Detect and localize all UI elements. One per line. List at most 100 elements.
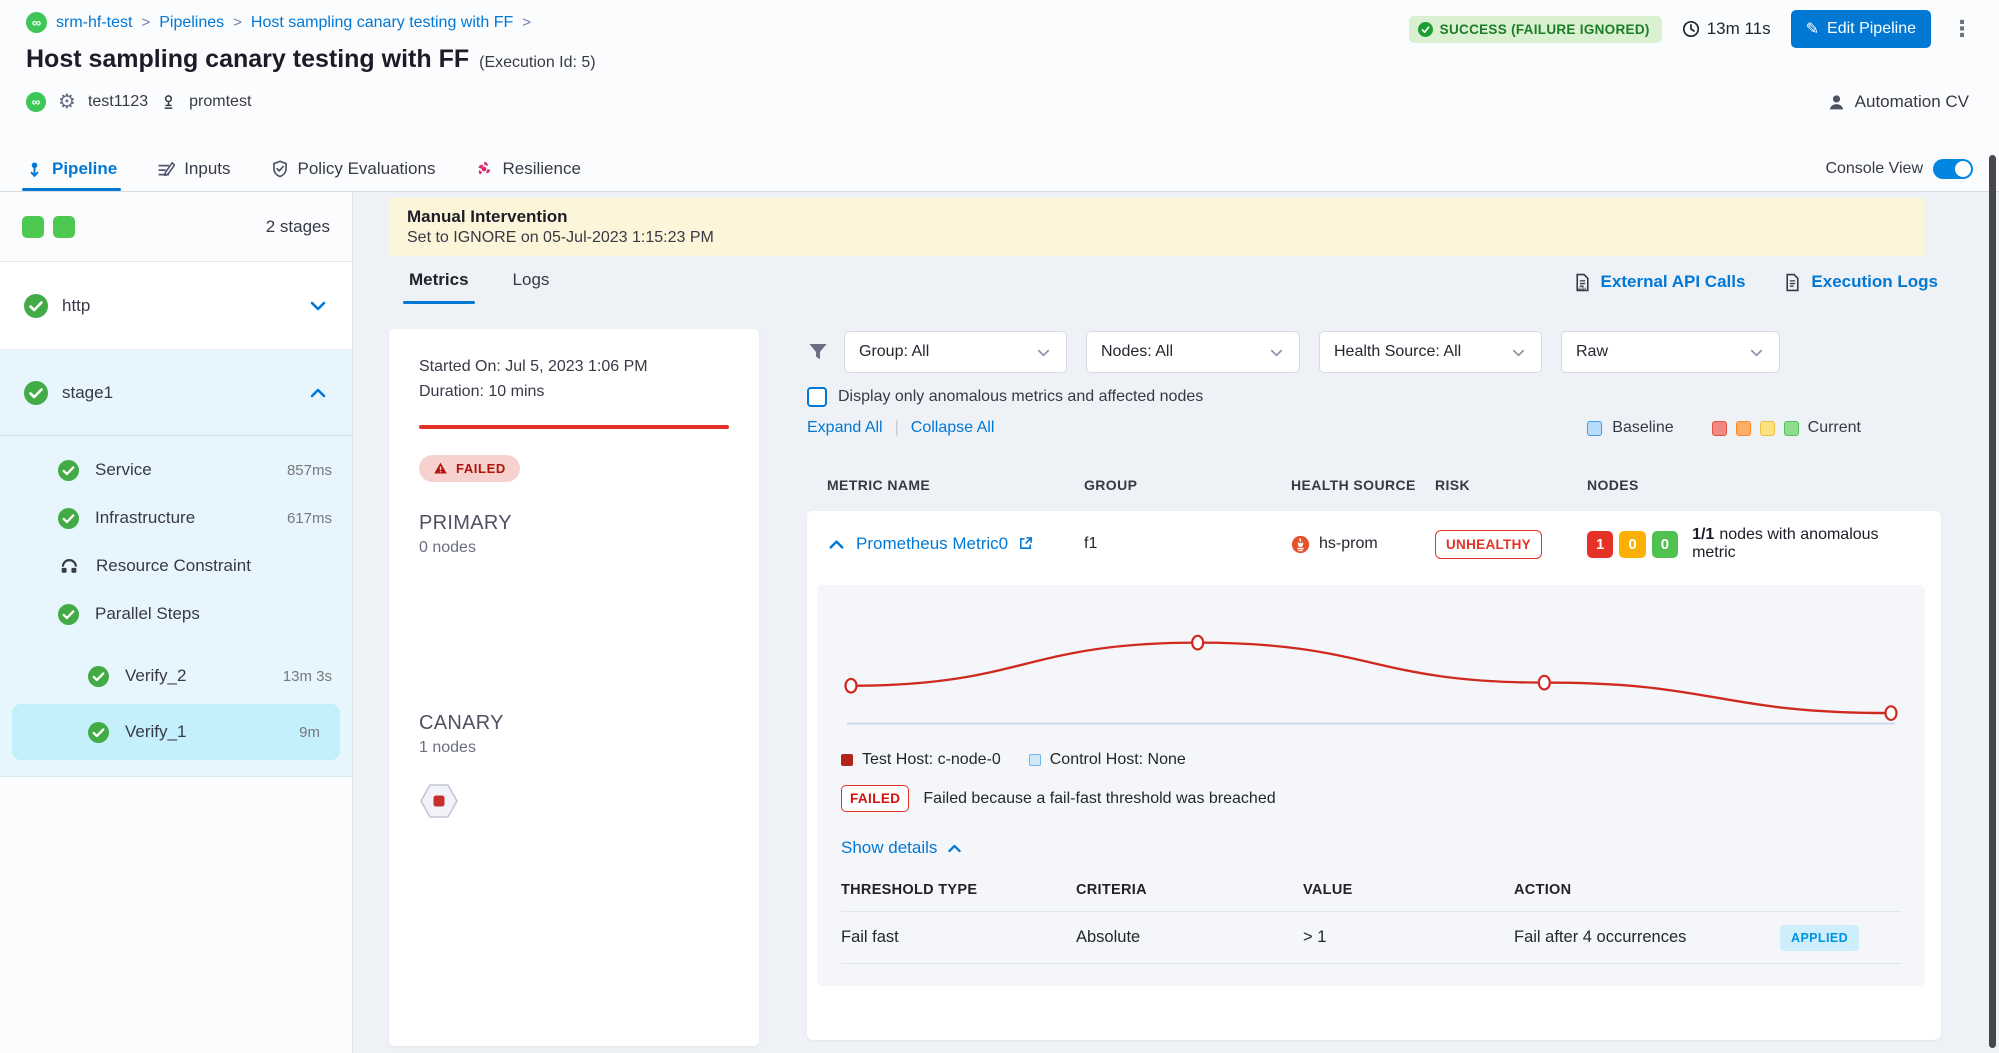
stage-status-square	[22, 216, 44, 238]
sidebar-stage-stage1[interactable]: stage1	[0, 350, 352, 436]
duration: Duration: 10 mins	[419, 380, 729, 405]
canary-node-count: 1 nodes	[419, 739, 729, 757]
breadcrumb-pipeline-link[interactable]: Host sampling canary testing with FF	[251, 14, 513, 32]
anomalous-metrics-checkbox[interactable]	[807, 387, 827, 407]
elapsed-time-value: 13m 11s	[1707, 19, 1771, 39]
view-mode-value: Raw	[1576, 343, 1748, 361]
health-source-cell: hs-prom	[1291, 535, 1435, 554]
chevron-up-icon	[946, 840, 963, 857]
filter-funnel-icon[interactable]	[807, 341, 829, 363]
spacer	[0, 436, 352, 446]
step-service[interactable]: Service 857ms	[0, 446, 352, 494]
tab-metrics[interactable]: Metrics	[409, 270, 469, 304]
tab-pipeline[interactable]: Pipeline	[26, 147, 117, 191]
anomalous-checkbox-label: Display only anomalous metrics and affec…	[838, 388, 1203, 406]
sidebar-stage-http[interactable]: http	[0, 262, 352, 350]
chart-legend: Test Host: c-node-0 Control Host: None	[841, 751, 1901, 769]
tab-resilience[interactable]: Resilience	[475, 147, 580, 191]
show-details-link[interactable]: Show details	[841, 838, 1901, 858]
failed-pill-label: FAILED	[456, 461, 506, 476]
health-source-filter-select[interactable]: Health Source: All	[1319, 331, 1542, 373]
toggle-knob	[1955, 161, 1971, 177]
vertical-scrollbar-thumb[interactable]	[1989, 155, 1996, 1048]
spacer	[0, 638, 352, 652]
threshold-table-row: Fail fast Absolute > 1 Fail after 4 occu…	[841, 912, 1901, 964]
col-action: ACTION	[1514, 882, 1901, 898]
service-module-icon: ∞	[26, 92, 46, 112]
step-verify-1-selected[interactable]: Verify_1 9m	[12, 704, 340, 760]
page-title: Host sampling canary testing with FF	[26, 45, 469, 74]
execution-logs-link[interactable]: Execution Logs	[1783, 272, 1938, 292]
metrics-table-header: METRIC NAME GROUP HEALTH SOURCE RISK NOD…	[807, 477, 1941, 493]
metric-name-link[interactable]: Prometheus Metric0	[856, 534, 1008, 554]
stage1-block: stage1 Service 857ms Infrastructure 617m…	[0, 350, 352, 777]
chevron-down-icon[interactable]	[308, 296, 328, 316]
view-mode-select[interactable]: Raw	[1561, 331, 1780, 373]
primary-label: PRIMARY	[419, 512, 729, 535]
resilience-chaos-icon	[475, 160, 493, 178]
external-api-calls-link[interactable]: API External API Calls	[1573, 272, 1746, 292]
edit-pipeline-label: Edit Pipeline	[1827, 20, 1916, 38]
canary-node-hexagon[interactable]	[419, 783, 729, 824]
group-filter-value: Group: All	[859, 343, 1035, 361]
action-text: Fail after 4 occurrences	[1514, 928, 1686, 947]
expand-collapse-row: Expand All | Collapse All	[807, 419, 994, 437]
banner-subtitle: Set to IGNORE on 05-Jul-2023 1:15:23 PM	[407, 229, 1907, 247]
anomalous-filter-row: Display only anomalous metrics and affec…	[807, 387, 1203, 407]
check-circle-icon	[88, 722, 109, 743]
check-circle-icon	[24, 381, 48, 405]
chevron-up-icon[interactable]	[308, 383, 328, 403]
chevron-down-icon	[1748, 344, 1765, 361]
panel-tabs: Metrics Logs	[409, 270, 549, 304]
test-host-legend: Test Host: c-node-0	[841, 751, 1001, 769]
breadcrumb-project-link[interactable]: srm-hf-test	[56, 14, 132, 32]
console-view-label: Console View	[1825, 160, 1923, 178]
service-name: test1123	[88, 93, 148, 111]
title-row: Host sampling canary testing with FF (Ex…	[26, 45, 596, 74]
file-icon	[1783, 273, 1802, 292]
criteria-cell: Absolute	[1076, 928, 1303, 947]
step-label: Infrastructure	[95, 508, 195, 528]
breadcrumb-separator: >	[233, 14, 242, 31]
nodes-summary-text: nodes with anomalous metric	[1692, 526, 1878, 561]
col-health-source: HEALTH SOURCE	[1291, 477, 1435, 493]
pipeline-icon	[26, 161, 43, 178]
show-details-label: Show details	[841, 838, 937, 858]
expand-all-link[interactable]: Expand All	[807, 419, 883, 437]
step-verify-2[interactable]: Verify_2 13m 3s	[0, 652, 352, 700]
baseline-current-legend: Baseline Current	[1587, 419, 1861, 437]
step-label: Verify_1	[125, 722, 186, 742]
more-options-menu[interactable]: ⋮	[1951, 18, 1973, 40]
current-swatch-orange	[1736, 421, 1751, 436]
tab-inputs[interactable]: Inputs	[157, 147, 230, 191]
tab-policy-evaluations[interactable]: Policy Evaluations	[271, 147, 436, 191]
check-circle-icon	[24, 294, 48, 318]
node-count-red: 1	[1587, 531, 1613, 558]
tab-pipeline-label: Pipeline	[52, 159, 117, 179]
step-duration: 9m	[299, 724, 320, 741]
stage-summary-row: 2 stages	[0, 192, 352, 262]
step-infrastructure[interactable]: Infrastructure 617ms	[0, 494, 352, 542]
elapsed-time: 13m 11s	[1682, 19, 1771, 39]
step-parallel-steps[interactable]: Parallel Steps	[0, 590, 352, 638]
execution-logs-label: Execution Logs	[1811, 272, 1938, 292]
step-resource-constraint[interactable]: Resource Constraint	[0, 542, 352, 590]
edit-pipeline-button[interactable]: ✎ Edit Pipeline	[1791, 10, 1931, 48]
col-risk: RISK	[1435, 477, 1587, 493]
collapse-all-link[interactable]: Collapse All	[911, 419, 995, 437]
prometheus-icon	[1291, 535, 1310, 554]
collapse-chevron-up-icon[interactable]	[827, 535, 846, 554]
breadcrumb-pipelines-link[interactable]: Pipelines	[159, 14, 224, 32]
group-filter-select[interactable]: Group: All	[844, 331, 1067, 373]
console-view-toggle[interactable]	[1933, 159, 1973, 179]
chevron-down-icon	[1268, 344, 1285, 361]
tab-logs[interactable]: Logs	[513, 270, 550, 304]
external-link-icon[interactable]	[1018, 536, 1034, 552]
health-source-filter-value: Health Source: All	[1334, 343, 1510, 361]
monitored-service-name: promtest	[189, 93, 251, 111]
check-circle-icon	[58, 604, 79, 625]
nodes-filter-select[interactable]: Nodes: All	[1086, 331, 1300, 373]
tab-resilience-label: Resilience	[502, 159, 580, 179]
unhealthy-badge: UNHEALTHY	[1435, 530, 1542, 559]
control-host-label: Control Host: None	[1050, 751, 1186, 769]
